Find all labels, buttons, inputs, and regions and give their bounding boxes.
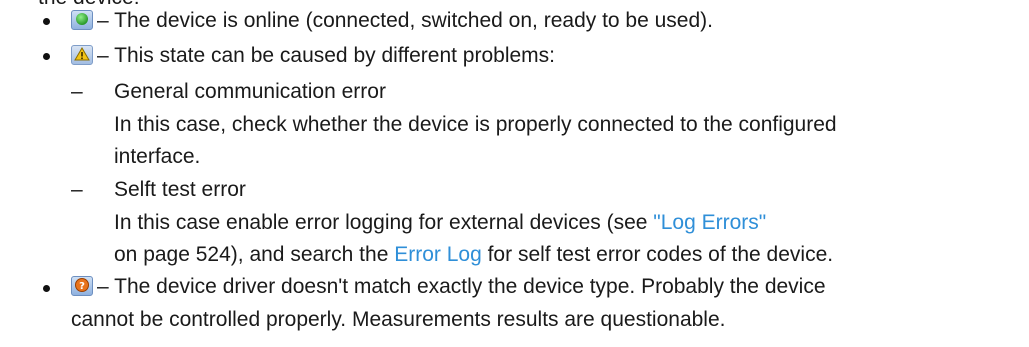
online-description: – The device is online (connected, switc…: [97, 9, 713, 32]
sub-item-text: In this case enable error logging for ex…: [114, 211, 767, 234]
sub-item-text: on page 524), and search the Error Log f…: [114, 243, 834, 266]
list-item-driver-mismatch: ? – The device driver doesn't match exac…: [71, 274, 826, 300]
list-item-warning: – This state can be caused by different …: [71, 43, 555, 69]
error-log-link[interactable]: Error Log: [394, 243, 482, 266]
driver-mismatch-description: – The device driver doesn't match exactl…: [97, 275, 826, 298]
driver-mismatch-continuation: cannot be controlled properly. Measureme…: [71, 308, 726, 331]
sub-item-title-communication: General communication error: [114, 80, 386, 103]
sub-item-text: In this case, check whether the device i…: [114, 113, 837, 136]
online-status-icon: [71, 10, 93, 30]
sub-item-title-selftest: Selft test error: [114, 178, 246, 201]
list-item-online: – The device is online (connected, switc…: [71, 8, 713, 34]
log-errors-link[interactable]: "Log Errors": [653, 211, 766, 234]
bullet-marker: [43, 18, 50, 25]
driver-mismatch-icon: ?: [71, 276, 93, 296]
sub-item-text: interface.: [114, 145, 201, 168]
warning-description: – This state can be caused by different …: [97, 44, 555, 67]
sub-item-dash: –: [71, 178, 83, 201]
svg-text:?: ?: [79, 281, 85, 292]
bullet-marker: [43, 285, 50, 292]
bullet-marker: [43, 53, 50, 60]
warning-status-icon: [71, 45, 93, 65]
sub-item-dash: –: [71, 80, 83, 103]
